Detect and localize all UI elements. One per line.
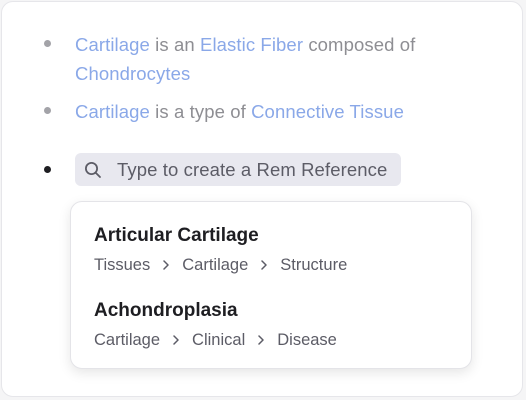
search-placeholder: Type to create a Rem Reference <box>117 158 388 180</box>
autocomplete-option[interactable]: Articular Cartilage Tissues Cartilage St… <box>94 224 347 276</box>
rem-reference-link[interactable]: Connective Tissue <box>251 101 404 122</box>
rem-reference-link[interactable]: Chondrocytes <box>75 63 190 84</box>
breadcrumb: Tissues Cartilage Structure <box>94 254 347 276</box>
rem-reference-link[interactable]: Elastic Fiber <box>200 34 303 55</box>
breadcrumb-item: Clinical <box>192 331 246 349</box>
bullet-text[interactable]: Cartilage is an Elastic Fiber composed o… <box>75 30 464 88</box>
chevron-right-icon <box>172 335 180 345</box>
rem-reference-link[interactable]: Cartilage <box>75 34 150 55</box>
breadcrumb-item: Cartilage <box>94 331 161 349</box>
breadcrumb: Cartilage Clinical Disease <box>94 329 337 351</box>
rem-reference-search-input[interactable]: Type to create a Rem Reference <box>75 153 402 186</box>
text-span: is an <box>149 34 200 55</box>
breadcrumb-item: Cartilage <box>182 256 249 274</box>
chevron-right-icon <box>162 260 170 270</box>
bullet-dot[interactable] <box>44 107 51 114</box>
bullet-item[interactable]: Cartilage is a type of Connective Tissue <box>44 97 404 126</box>
breadcrumb-item: Tissues <box>94 256 151 274</box>
text-span: is a type of <box>149 101 252 122</box>
bullet-text[interactable]: Cartilage is a type of Connective Tissue <box>75 97 404 126</box>
breadcrumb-item: Structure <box>280 256 348 274</box>
search-icon <box>83 160 103 180</box>
bullet-dot[interactable] <box>44 40 51 47</box>
text-span: composed of <box>303 34 416 55</box>
chevron-right-icon <box>260 260 268 270</box>
option-title: Achondroplasia <box>94 300 238 321</box>
bullet-item-active[interactable]: Type to create a Rem Reference <box>44 153 402 186</box>
autocomplete-dropdown: Articular Cartilage Tissues Cartilage St… <box>70 201 472 369</box>
autocomplete-option[interactable]: Achondroplasia Cartilage Clinical Diseas… <box>94 299 337 351</box>
rem-reference-link[interactable]: Cartilage <box>75 101 150 122</box>
bullet-dot[interactable] <box>44 166 51 173</box>
breadcrumb-item: Disease <box>277 331 337 349</box>
chevron-right-icon <box>257 335 265 345</box>
bullet-item[interactable]: Cartilage is an Elastic Fiber composed o… <box>44 30 464 88</box>
option-title: Articular Cartilage <box>94 225 259 246</box>
